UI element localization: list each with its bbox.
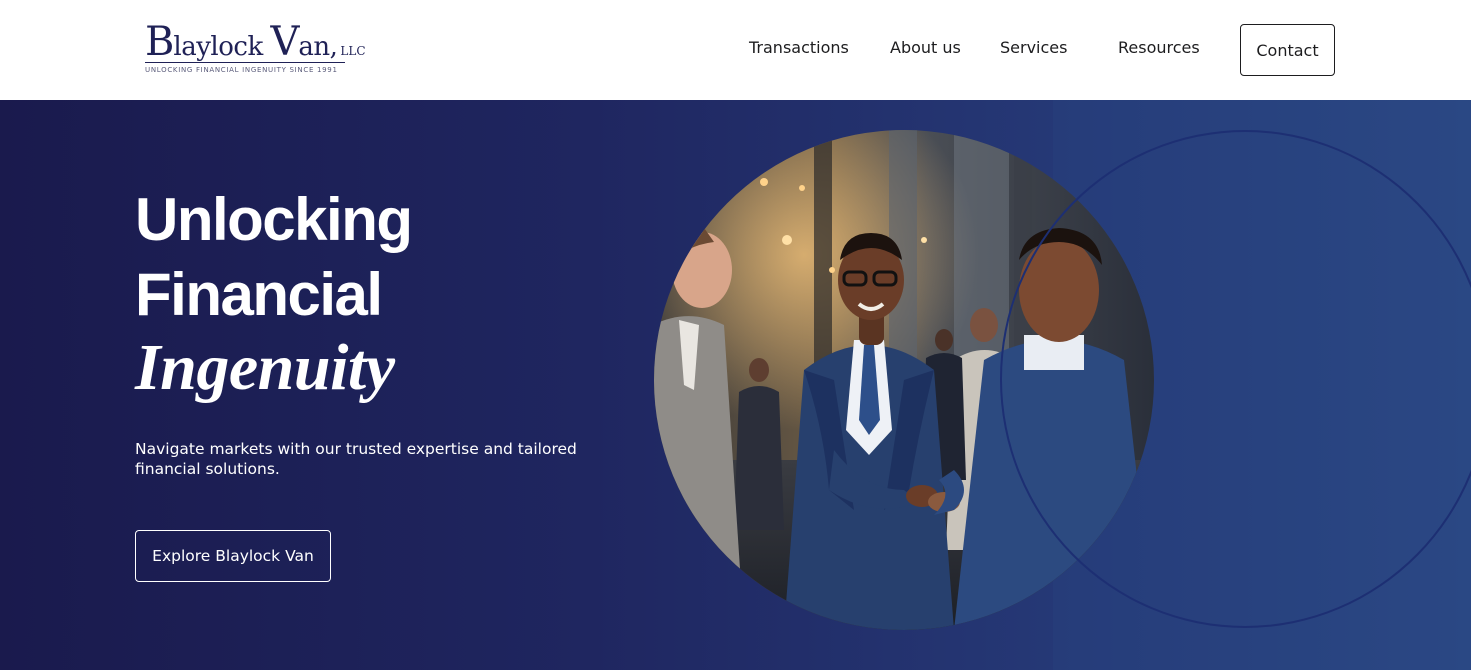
logo-wordmark: Blaylock Van, LLC: [145, 19, 366, 65]
decorative-ring: [1000, 130, 1471, 628]
hero-section: Unlocking Financial Ingenuity Navigate m…: [0, 100, 1471, 670]
nav-transactions[interactable]: Transactions: [749, 38, 849, 57]
nav-services[interactable]: Services: [1000, 38, 1067, 57]
company-logo[interactable]: Blaylock Van, LLC UNLOCKING FINANCIAL ING…: [145, 22, 366, 78]
hero-headline: Unlocking Financial Ingenuity: [135, 182, 413, 404]
nav-resources[interactable]: Resources: [1118, 38, 1200, 57]
contact-button[interactable]: Contact: [1240, 24, 1335, 76]
headline-line-3: Ingenuity: [135, 331, 395, 404]
hero-subtitle: Navigate markets with our trusted expert…: [135, 440, 577, 478]
explore-button[interactable]: Explore Blaylock Van: [135, 530, 331, 582]
site-header: Blaylock Van, LLC UNLOCKING FINANCIAL ING…: [0, 0, 1471, 100]
logo-divider: [145, 62, 345, 63]
headline-line-1: Unlocking: [135, 186, 413, 253]
logo-tagline: UNLOCKING FINANCIAL INGENUITY SINCE 1991: [145, 66, 338, 74]
nav-about-us[interactable]: About us: [890, 38, 961, 57]
headline-line-2: Financial: [135, 261, 383, 328]
